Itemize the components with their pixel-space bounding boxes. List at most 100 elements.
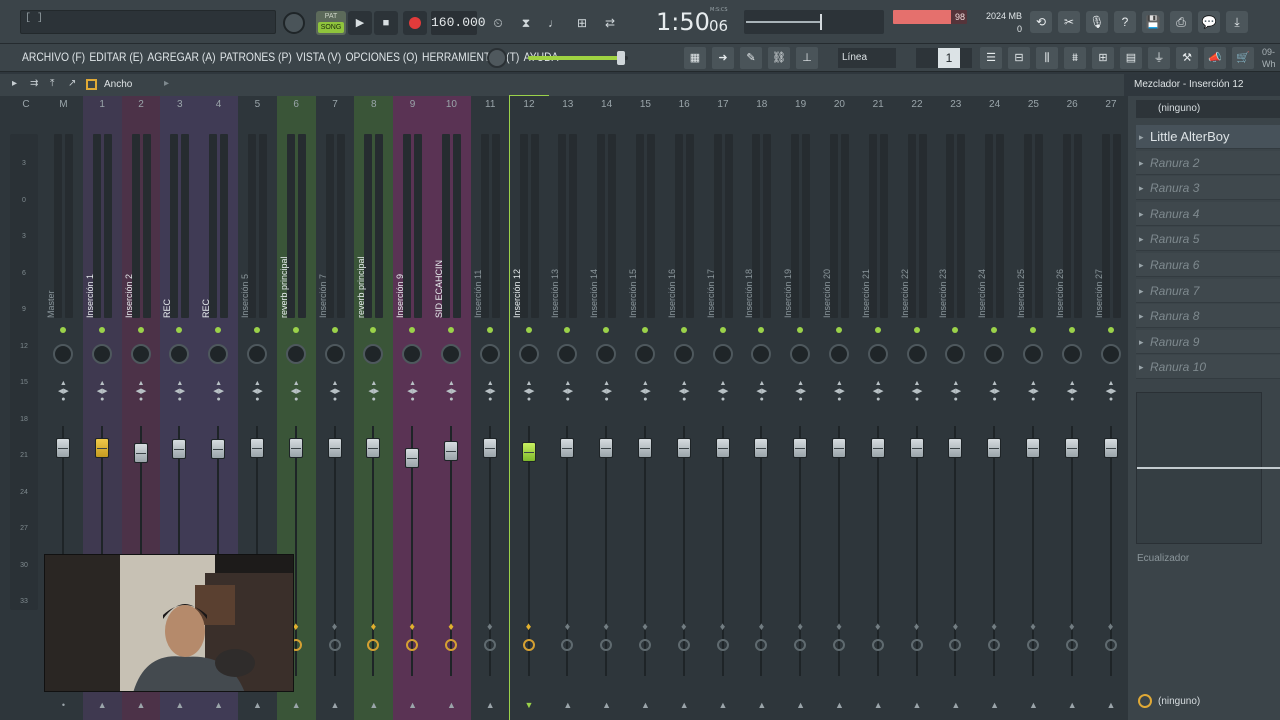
volume-fader[interactable] bbox=[793, 438, 808, 458]
fx-power-icon[interactable] bbox=[483, 639, 496, 651]
route-arrow-icon[interactable]: ▲ bbox=[83, 700, 122, 710]
menu-patrones[interactable]: PATRONES (P) bbox=[220, 50, 292, 64]
fx-power-icon[interactable] bbox=[367, 639, 380, 651]
fx-bulb-icon[interactable]: ♦ bbox=[832, 620, 846, 634]
input-route-select[interactable]: (ninguno) bbox=[1136, 100, 1280, 118]
volume-fader[interactable] bbox=[909, 438, 924, 458]
pan-knob[interactable] bbox=[285, 344, 306, 364]
fx-bulb-icon[interactable]: ♦ bbox=[1065, 620, 1079, 634]
expand-arrow-icon[interactable]: ▸ bbox=[12, 78, 17, 89]
route-arrow-icon[interactable]: ▲ bbox=[393, 700, 432, 710]
pan-knob[interactable] bbox=[906, 344, 927, 364]
pan-knob[interactable] bbox=[596, 344, 617, 364]
track-enable-led[interactable] bbox=[719, 327, 726, 333]
pan-knob[interactable] bbox=[324, 344, 345, 364]
route-arrow-icon[interactable]: ▲ bbox=[1014, 700, 1053, 710]
pitch-knob[interactable] bbox=[283, 12, 305, 34]
output-route-select[interactable]: (ninguno) bbox=[1158, 696, 1200, 707]
stereo-arrows-icon[interactable]: ▲ ◀▶ ● bbox=[665, 380, 704, 404]
volume-fader[interactable] bbox=[521, 441, 536, 462]
route-arrow-icon[interactable]: ▲ bbox=[471, 700, 510, 710]
mixer-track[interactable]: 10 SID ECAHCIN ▲ ◀▶ ● ♦ ▲ bbox=[432, 96, 471, 720]
pan-knob[interactable] bbox=[441, 344, 461, 364]
track-enable-led[interactable] bbox=[176, 327, 183, 333]
fx-power-icon[interactable] bbox=[755, 639, 768, 651]
stereo-arrows-icon[interactable]: ▲ ◀▶ ● bbox=[781, 380, 820, 404]
volume-fader[interactable] bbox=[133, 442, 148, 463]
track-name[interactable]: Inserción 17 bbox=[706, 166, 722, 318]
track-name[interactable]: Inserción 2 bbox=[124, 166, 140, 318]
fx-power-icon[interactable] bbox=[1104, 639, 1117, 651]
track-name[interactable]: Inserción 16 bbox=[667, 166, 683, 318]
track-name[interactable]: Inserción 25 bbox=[1016, 166, 1032, 318]
fx-bulb-icon[interactable]: ♦ bbox=[910, 620, 924, 634]
pan-knob[interactable] bbox=[829, 344, 849, 364]
stereo-arrows-icon[interactable]: ▲ ◀▶ ● bbox=[742, 380, 781, 404]
effect-slot[interactable]: Little AlterBoy bbox=[1136, 125, 1280, 149]
browser-icon[interactable]: ⊞ bbox=[1092, 47, 1114, 69]
track-name[interactable]: Inserción 9 bbox=[395, 166, 411, 318]
fx-power-icon[interactable] bbox=[871, 639, 884, 651]
volume-fader[interactable] bbox=[715, 438, 730, 458]
mixer-track[interactable]: 13 Inserción 13 ▲ ◀▶ ● ♦ ▲ bbox=[548, 96, 588, 720]
mixer-track[interactable]: 15 Inserción 15 ▲ ◀▶ ● ♦ ▲ bbox=[626, 96, 665, 720]
tempo-display[interactable]: 160.000 bbox=[431, 11, 486, 35]
channel-rack-icon[interactable]: ⊟ bbox=[1008, 47, 1030, 69]
route-arrow-icon[interactable]: ▲ bbox=[432, 700, 471, 710]
song-position-slider[interactable] bbox=[744, 10, 884, 34]
track-enable-led[interactable] bbox=[758, 327, 765, 333]
track-enable-led[interactable] bbox=[952, 327, 959, 333]
volume-fader[interactable] bbox=[870, 438, 885, 458]
track-enable-led[interactable] bbox=[564, 327, 571, 333]
stereo-arrows-icon[interactable]: ▲ ◀▶ ● bbox=[1014, 380, 1053, 404]
effect-slot[interactable]: Ranura 9 bbox=[1136, 329, 1280, 354]
stereo-arrows-icon[interactable]: ▲ ◀▶ ● bbox=[1092, 380, 1131, 404]
route-arrow-icon[interactable]: ▲ bbox=[122, 700, 161, 710]
track-enable-led[interactable] bbox=[448, 327, 454, 333]
snap-select[interactable]: Línea bbox=[838, 48, 896, 68]
stereo-arrows-icon[interactable]: ▲ ◀▶ ● bbox=[160, 380, 199, 404]
route-arrow-icon[interactable]: ▲ bbox=[277, 700, 316, 710]
tools-icon[interactable]: ⚒ bbox=[1176, 47, 1198, 69]
volume-fader[interactable] bbox=[560, 438, 575, 458]
effect-slot[interactable]: Ranura 4 bbox=[1136, 201, 1280, 226]
mixer-track[interactable]: 20 Inserción 20 ▲ ◀▶ ● ♦ ▲ bbox=[820, 96, 859, 720]
mixer-track[interactable]: 17 Inserción 17 ▲ ◀▶ ● ♦ ▲ bbox=[703, 96, 743, 720]
stereo-arrows-icon[interactable]: ▲ ◀▶ ● bbox=[936, 380, 975, 404]
volume-fader[interactable] bbox=[676, 438, 691, 458]
route-arrow-icon[interactable]: ▲ bbox=[936, 700, 975, 710]
track-name[interactable]: Inserción 24 bbox=[977, 166, 993, 318]
route-arrow-icon[interactable]: ▲ bbox=[704, 700, 743, 710]
pan-knob[interactable] bbox=[557, 344, 578, 364]
volume-fader[interactable] bbox=[250, 438, 264, 458]
volume-fader[interactable] bbox=[366, 438, 381, 458]
track-name[interactable]: Inserción 7 bbox=[318, 166, 334, 318]
route-arrow-icon[interactable]: ▲ bbox=[1053, 700, 1092, 710]
blend-icon[interactable]: ⇄ bbox=[598, 11, 622, 35]
route-arrow-icon[interactable]: ▲ bbox=[316, 700, 355, 710]
mixer-track[interactable]: 24 Inserción 24 ▲ ◀▶ ● ♦ ▲ bbox=[975, 96, 1014, 720]
plug-icon[interactable]: ⏚ bbox=[1148, 47, 1170, 69]
equalizer-graph[interactable] bbox=[1136, 392, 1280, 544]
track-name[interactable]: Inserción 18 bbox=[744, 166, 760, 318]
mixer-track[interactable]: 25 Inserción 25 ▲ ◀▶ ● ♦ ▲ bbox=[1014, 96, 1053, 720]
route-arrow-icon[interactable]: ▲ bbox=[160, 700, 199, 710]
track-enable-led[interactable] bbox=[874, 327, 881, 333]
fx-power-icon[interactable] bbox=[910, 639, 923, 651]
fx-power-icon[interactable] bbox=[716, 639, 729, 651]
wide-arrow-icon[interactable]: ⇉ bbox=[30, 78, 38, 89]
countdown-icon[interactable]: ♩ bbox=[542, 11, 566, 35]
pan-knob[interactable] bbox=[1100, 344, 1121, 364]
pan-knob[interactable] bbox=[247, 344, 267, 364]
pan-knob[interactable] bbox=[130, 344, 151, 364]
mixer-track[interactable]: 18 Inserción 18 ▲ ◀▶ ● ♦ ▲ bbox=[742, 96, 782, 720]
fx-power-icon[interactable] bbox=[1065, 639, 1078, 651]
track-name[interactable]: Inserción 22 bbox=[900, 166, 916, 318]
track-enable-led[interactable] bbox=[254, 327, 260, 333]
fx-bulb-icon[interactable]: ♦ bbox=[522, 620, 536, 634]
pan-knob[interactable] bbox=[984, 344, 1005, 364]
mixer-track[interactable]: 27 Inserción 27 ▲ ◀▶ ● ♦ ▲ bbox=[1091, 96, 1131, 720]
mixer-track[interactable]: 19 Inserción 19 ▲ ◀▶ ● ♦ ▲ bbox=[781, 96, 820, 720]
volume-fader[interactable] bbox=[987, 438, 1002, 458]
route-arrow-icon[interactable]: ▲ bbox=[548, 700, 587, 710]
